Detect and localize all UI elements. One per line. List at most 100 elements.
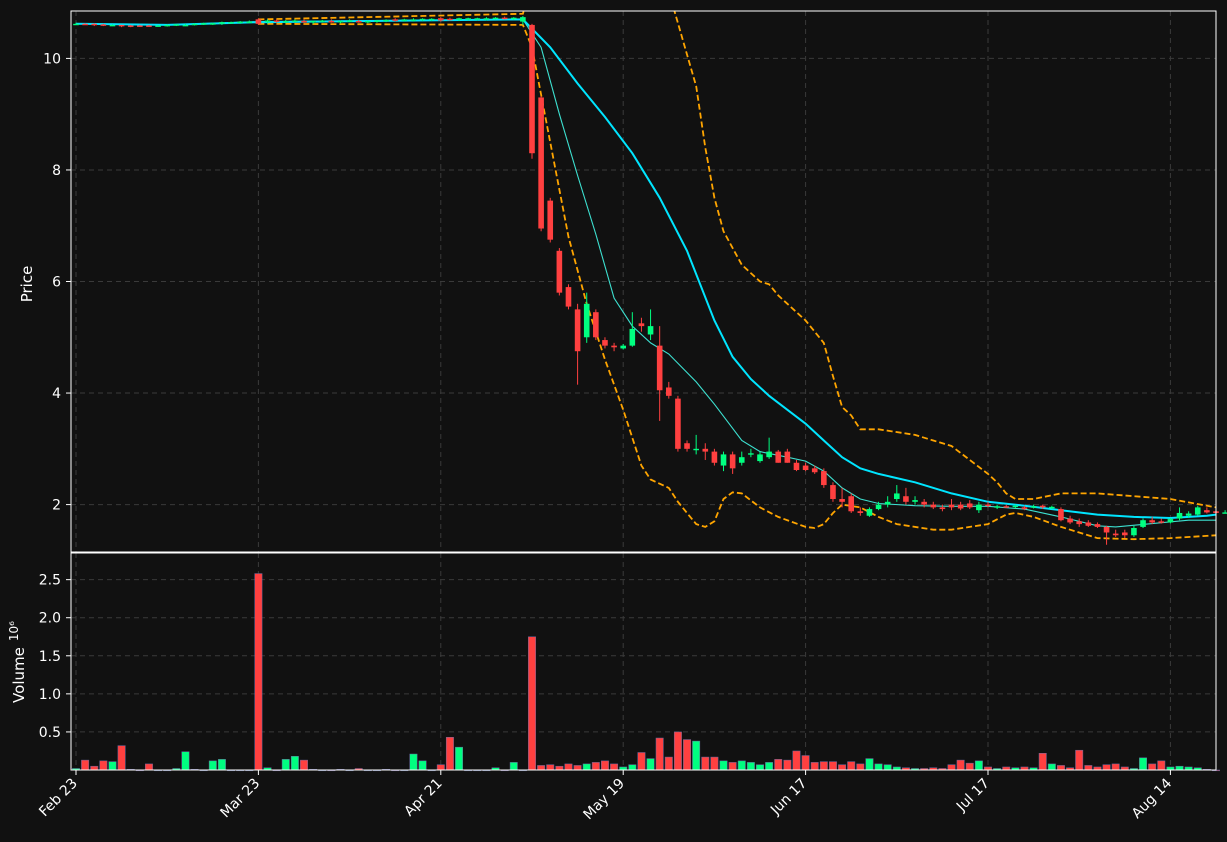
candle-body (1167, 519, 1174, 523)
candle-body (666, 387, 672, 396)
candle-body (155, 25, 161, 27)
volume-bar (145, 763, 153, 771)
candle-body (319, 20, 326, 22)
volume-bar (829, 761, 837, 771)
candle-body (857, 511, 864, 513)
candle (556, 248, 563, 296)
candle-body (219, 22, 225, 24)
volume-bar (546, 764, 555, 771)
volume-bar (874, 763, 883, 771)
candle-body (1149, 520, 1155, 523)
volume-bar (573, 765, 582, 771)
volume-bar (664, 756, 673, 771)
candle-body (593, 312, 599, 338)
candle-body (182, 24, 189, 27)
volume-bar (756, 764, 764, 771)
candle-body (1030, 506, 1037, 508)
volume-bar (582, 763, 591, 771)
candle-body (729, 454, 736, 469)
candle-body (903, 496, 909, 502)
candle-body (1158, 521, 1165, 523)
volume-bar (746, 762, 755, 771)
volume-bar (701, 756, 710, 771)
volume-tick-label: 2.5 (39, 573, 61, 589)
volume-tick-label: 1.5 (39, 649, 61, 665)
candle-body (985, 504, 991, 506)
volume-bar (1057, 765, 1065, 771)
candle-body (830, 485, 836, 500)
volume-bar (1157, 760, 1166, 771)
candle-body (629, 328, 636, 346)
candle (675, 395, 681, 452)
candle-body (374, 20, 380, 22)
candle-body (720, 454, 727, 466)
volume-bar (856, 763, 865, 771)
candle-body (228, 22, 234, 24)
candle-body (647, 326, 654, 335)
candle-body (146, 25, 152, 27)
volume-bar (728, 762, 737, 771)
price-tick-label: 10 (43, 51, 61, 67)
candle-body (246, 21, 253, 23)
candle-body (200, 23, 207, 25)
candle-body (401, 19, 408, 21)
candle (830, 482, 836, 502)
candle-body (529, 24, 535, 154)
candle-body (1185, 513, 1192, 516)
candle-body (301, 21, 307, 23)
candle-body (1003, 506, 1010, 508)
volume-tick-label: 2.0 (39, 611, 61, 627)
candle-body (1140, 520, 1146, 527)
candle-body (994, 506, 1000, 508)
candle-body (574, 309, 581, 352)
candle-body (82, 23, 88, 26)
candle-body (821, 471, 827, 486)
volume-bar (965, 762, 974, 771)
candle-body (1122, 532, 1128, 536)
candle-body (1058, 509, 1064, 521)
candle-body (757, 454, 763, 462)
candle-body (656, 345, 663, 391)
volume-bar (655, 737, 664, 771)
candle-body (1131, 528, 1137, 536)
volume-bar (801, 755, 810, 771)
candle-body (365, 21, 371, 23)
volume-bar (436, 764, 445, 771)
volume-bar (838, 764, 847, 771)
candle (775, 449, 782, 463)
price-tick-label: 8 (52, 163, 61, 179)
candle-body (784, 451, 791, 463)
volume-bar (737, 760, 746, 771)
volume-bar (591, 762, 600, 771)
candle-body (1039, 505, 1046, 508)
volume-bar (719, 760, 728, 771)
candle-body (912, 500, 918, 502)
volume-bar (673, 731, 682, 771)
candle-body (921, 501, 927, 505)
candle-body (1194, 507, 1201, 515)
volume-bar (710, 756, 719, 771)
volume-bar (418, 760, 427, 771)
candle-body (1021, 507, 1028, 510)
candle-body (547, 200, 554, 240)
volume-bar (108, 761, 117, 771)
candle-body (738, 457, 745, 463)
candle-body (465, 18, 471, 20)
candle-body (702, 448, 709, 452)
volume-bar (445, 737, 454, 771)
volume-bar (1084, 765, 1093, 771)
volume-bar (117, 745, 126, 771)
volume-bar (409, 753, 418, 771)
candle-body (255, 19, 262, 24)
candle-body (73, 23, 79, 26)
volume-bar (290, 756, 299, 771)
candlestick-chart: 2468100.51.01.52.02.5Feb 23 Mar 23 Apr 21 M… (0, 0, 1227, 842)
volume-bar (956, 759, 965, 771)
volume-bar (774, 759, 783, 771)
volume-bar (99, 760, 108, 771)
price-tick-label: 2 (52, 498, 61, 514)
candle-body (1085, 522, 1092, 526)
candle-body (91, 23, 98, 26)
candle-body (711, 451, 718, 463)
volume-bar (1139, 757, 1147, 771)
